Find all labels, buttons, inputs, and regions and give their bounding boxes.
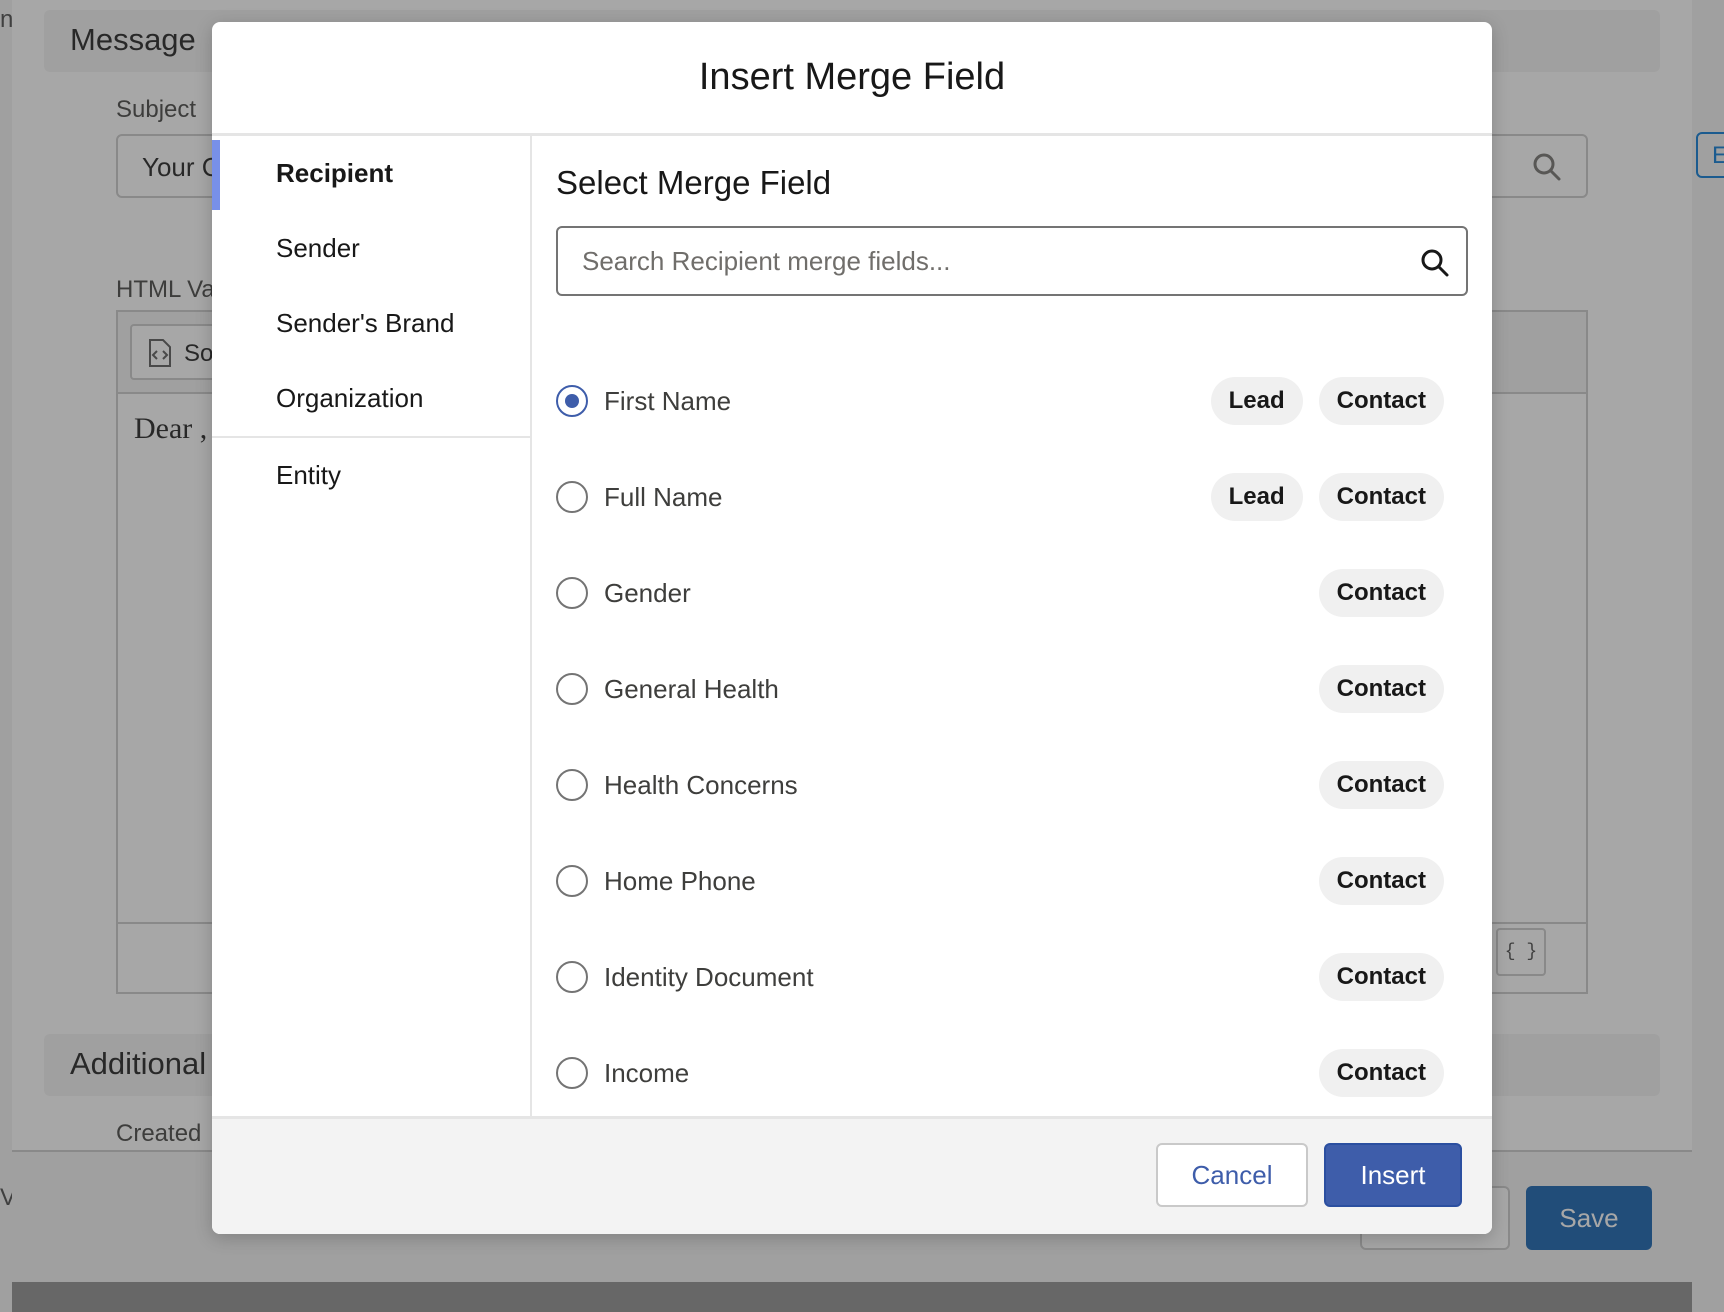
insert-merge-field-modal: Insert Merge Field Recipient Sender Send… (212, 22, 1492, 1234)
modal-footer: Cancel Insert (212, 1116, 1492, 1234)
sidebar-item-entity[interactable]: Entity (212, 438, 530, 513)
object-badge-contact: Contact (1318, 377, 1444, 425)
insert-button[interactable]: Insert (1324, 1143, 1462, 1207)
field-label: Full Name (604, 481, 723, 512)
field-row-general-health[interactable]: General Health Contact (556, 641, 1468, 737)
sidebar-item-label: Organization (276, 383, 424, 413)
field-label: General Health (604, 673, 779, 704)
radio-button[interactable] (556, 673, 588, 705)
merge-field-list: First Name Lead Contact Full Name Lead C… (556, 353, 1468, 1121)
radio-button[interactable] (556, 1057, 588, 1089)
object-badge-contact: Contact (1318, 473, 1444, 521)
modal-header: Insert Merge Field (212, 22, 1492, 136)
merge-field-panel: Select Merge Field First Name Lead Conta… (532, 136, 1492, 1116)
object-badge-lead: Lead (1210, 377, 1303, 425)
modal-body: Recipient Sender Sender's Brand Organiza… (212, 136, 1492, 1116)
field-row-home-phone[interactable]: Home Phone Contact (556, 833, 1468, 929)
field-label: Income (604, 1057, 690, 1088)
field-label: Health Concerns (604, 769, 798, 800)
object-badge-contact: Contact (1318, 953, 1444, 1001)
object-badge-lead: Lead (1210, 473, 1303, 521)
modal-title: Insert Merge Field (698, 56, 1006, 98)
cancel-button[interactable]: Cancel (1156, 1143, 1308, 1207)
field-row-full-name[interactable]: Full Name Lead Contact (556, 449, 1468, 545)
field-row-first-name[interactable]: First Name Lead Contact (556, 353, 1468, 449)
sidebar-item-label: Sender (276, 233, 360, 263)
field-label: Gender (604, 577, 691, 608)
search-input[interactable] (558, 228, 1466, 294)
object-badge-contact: Contact (1318, 569, 1444, 617)
object-badge-contact: Contact (1318, 857, 1444, 905)
category-sidebar: Recipient Sender Sender's Brand Organiza… (212, 136, 532, 1116)
field-label: Identity Document (604, 961, 814, 992)
field-label: First Name (604, 385, 732, 416)
radio-button[interactable] (556, 481, 588, 513)
field-row-identity-document[interactable]: Identity Document Contact (556, 929, 1468, 1025)
radio-button[interactable] (556, 961, 588, 993)
sidebar-item-senders-brand[interactable]: Sender's Brand (212, 286, 530, 361)
radio-button[interactable] (556, 577, 588, 609)
sidebar-item-sender[interactable]: Sender (212, 211, 530, 286)
sidebar-item-label: Sender's Brand (276, 308, 455, 338)
field-row-income[interactable]: Income Contact (556, 1025, 1468, 1121)
object-badge-contact: Contact (1318, 1049, 1444, 1097)
field-label: Home Phone (604, 865, 756, 896)
panel-title: Select Merge Field (556, 164, 832, 201)
sidebar-item-organization[interactable]: Organization (212, 361, 530, 436)
sidebar-item-recipient[interactable]: Recipient (212, 136, 530, 211)
field-row-health-concerns[interactable]: Health Concerns Contact (556, 737, 1468, 833)
search-icon[interactable] (1420, 248, 1450, 283)
merge-field-search (556, 226, 1468, 296)
radio-button[interactable] (556, 769, 588, 801)
sidebar-item-label: Recipient (276, 158, 394, 188)
field-row-gender[interactable]: Gender Contact (556, 545, 1468, 641)
radio-button[interactable] (556, 385, 588, 417)
object-badge-contact: Contact (1318, 761, 1444, 809)
object-badge-contact: Contact (1318, 665, 1444, 713)
radio-button[interactable] (556, 865, 588, 897)
sidebar-item-label: Entity (276, 460, 342, 490)
